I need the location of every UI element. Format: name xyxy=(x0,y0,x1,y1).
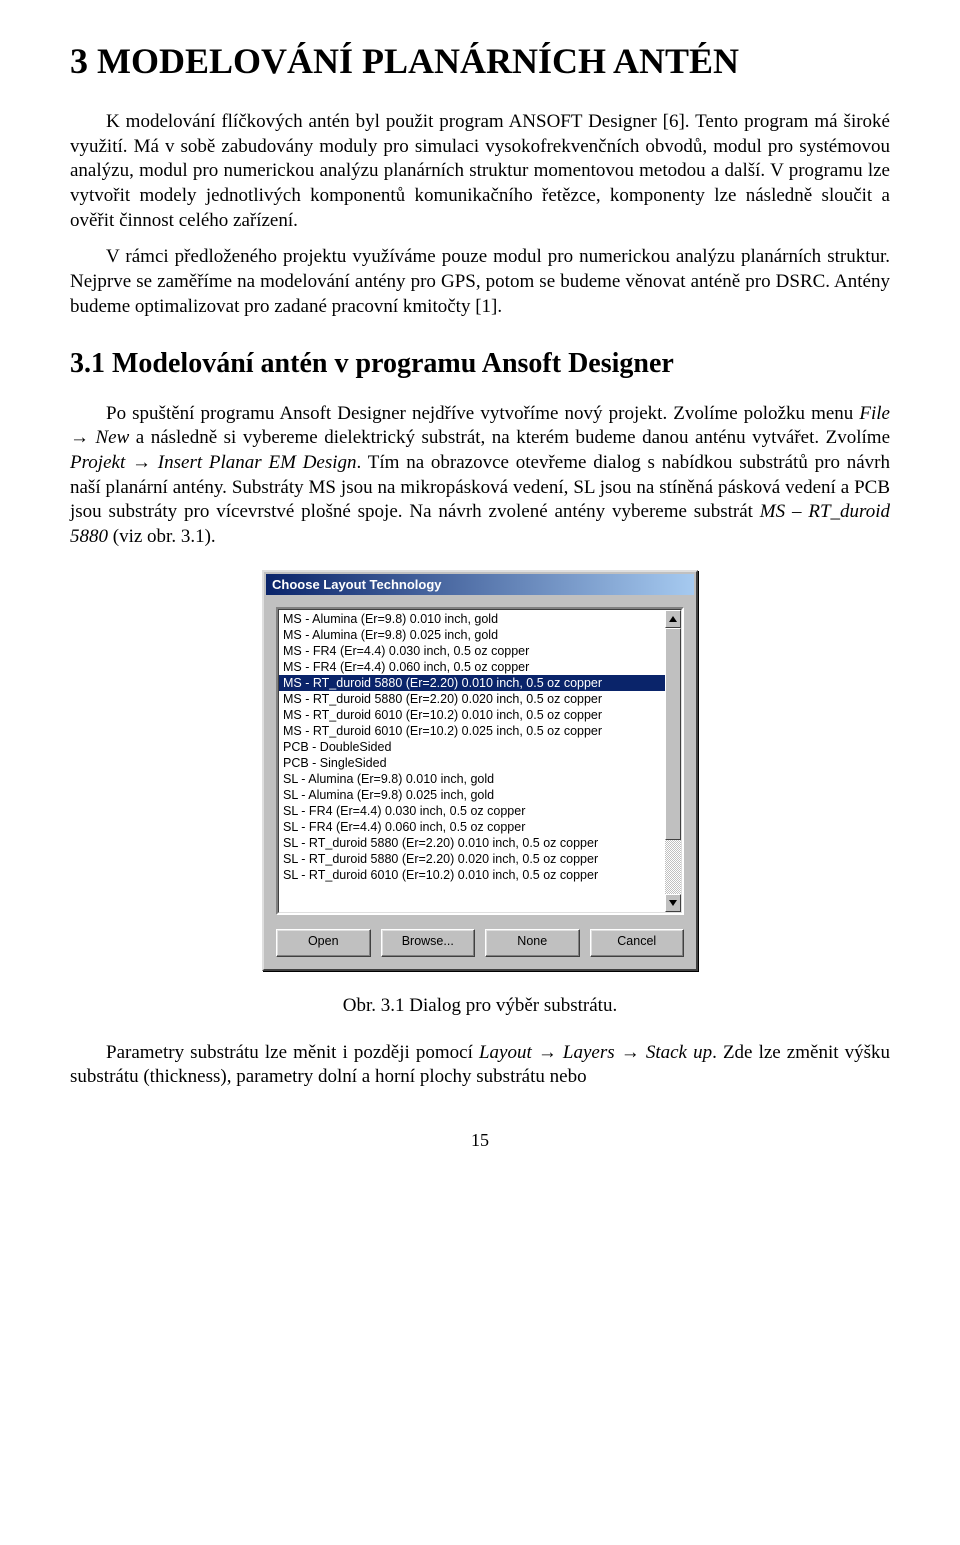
scrollbar[interactable] xyxy=(665,610,681,912)
browse-button[interactable]: Browse... xyxy=(381,929,476,957)
list-item[interactable]: MS - FR4 (Er=4.4) 0.030 inch, 0.5 oz cop… xyxy=(279,643,665,659)
list-item[interactable]: MS - Alumina (Er=9.8) 0.025 inch, gold xyxy=(279,627,665,643)
list-item[interactable]: SL - RT_duroid 5880 (Er=2.20) 0.010 inch… xyxy=(279,835,665,851)
list-item[interactable]: MS - RT_duroid 5880 (Er=2.20) 0.020 inch… xyxy=(279,691,665,707)
scroll-track[interactable] xyxy=(665,628,681,894)
text-run: Po spuštění programu Ansoft Designer nej… xyxy=(106,403,859,424)
figure-caption: Obr. 3.1 Dialog pro výběr substrátu. xyxy=(70,995,890,1017)
substrate-listbox[interactable]: MS - Alumina (Er=9.8) 0.010 inch, goldMS… xyxy=(276,607,684,915)
dialog-button-row: Open Browse... None Cancel xyxy=(266,923,694,967)
list-item[interactable]: SL - FR4 (Er=4.4) 0.060 inch, 0.5 oz cop… xyxy=(279,819,665,835)
paragraph-1: K modelování flíčkových antén byl použit… xyxy=(70,110,890,233)
scroll-down-button[interactable] xyxy=(665,894,681,912)
none-button[interactable]: None xyxy=(485,929,580,957)
section-heading: 3.1 Modelování antén v programu Ansoft D… xyxy=(70,348,890,380)
chapter-heading: 3 MODELOVÁNÍ PLANÁRNÍCH ANTÉN xyxy=(70,40,890,82)
list-item[interactable]: PCB - SingleSided xyxy=(279,755,665,771)
dialog-titlebar: Choose Layout Technology xyxy=(266,574,694,595)
list-item[interactable]: SL - Alumina (Er=9.8) 0.010 inch, gold xyxy=(279,771,665,787)
paragraph-2: V rámci předloženého projektu využíváme … xyxy=(70,245,890,319)
paragraph-4: Parametry substrátu lze měnit i později … xyxy=(70,1041,890,1090)
open-button[interactable]: Open xyxy=(276,929,371,957)
list-item[interactable]: MS - Alumina (Er=9.8) 0.010 inch, gold xyxy=(279,611,665,627)
chevron-up-icon xyxy=(669,616,677,622)
page-number: 15 xyxy=(70,1130,890,1151)
list-item[interactable]: MS - FR4 (Er=4.4) 0.060 inch, 0.5 oz cop… xyxy=(279,659,665,675)
chevron-down-icon xyxy=(669,900,677,906)
cancel-button[interactable]: Cancel xyxy=(590,929,685,957)
text-run: (viz obr. 3.1). xyxy=(108,526,216,547)
scroll-up-button[interactable] xyxy=(665,610,681,628)
dialog-screenshot: Choose Layout Technology MS - Alumina (E… xyxy=(70,570,890,971)
menu-path: Layout → Layers → Stack up xyxy=(479,1042,712,1063)
menu-path: Projekt → Insert Planar EM Design xyxy=(70,452,357,473)
list-item[interactable]: MS - RT_duroid 5880 (Er=2.20) 0.010 inch… xyxy=(279,675,665,691)
list-item[interactable]: SL - RT_duroid 6010 (Er=10.2) 0.010 inch… xyxy=(279,867,665,883)
list-item[interactable]: MS - RT_duroid 6010 (Er=10.2) 0.010 inch… xyxy=(279,707,665,723)
list-item[interactable]: SL - Alumina (Er=9.8) 0.025 inch, gold xyxy=(279,787,665,803)
scroll-thumb[interactable] xyxy=(665,628,681,840)
text-run: a následně si vybereme dielektrický subs… xyxy=(129,427,890,448)
list-item[interactable]: SL - FR4 (Er=4.4) 0.030 inch, 0.5 oz cop… xyxy=(279,803,665,819)
choose-layout-technology-dialog: Choose Layout Technology MS - Alumina (E… xyxy=(262,570,698,971)
text-run: Parametry substrátu lze měnit i později … xyxy=(106,1042,479,1063)
paragraph-3: Po spuštění programu Ansoft Designer nej… xyxy=(70,402,890,550)
list-item[interactable]: MS - RT_duroid 6010 (Er=10.2) 0.025 inch… xyxy=(279,723,665,739)
list-item[interactable]: PCB - DoubleSided xyxy=(279,739,665,755)
list-item[interactable]: SL - RT_duroid 5880 (Er=2.20) 0.020 inch… xyxy=(279,851,665,867)
